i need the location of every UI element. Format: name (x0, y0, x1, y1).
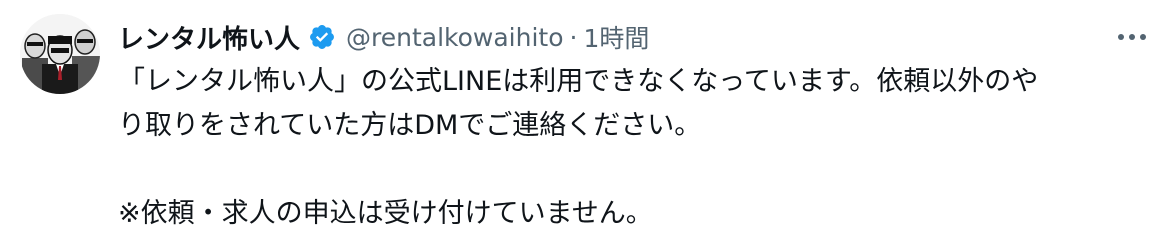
verified-badge-icon (308, 23, 336, 51)
more-horizontal-icon[interactable] (1114, 22, 1150, 52)
tweet-text-line: り取りをされていた方はDMでご連絡ください。 (118, 110, 702, 141)
tweet-text-line: 「レンタル怖い人」の公式LINEは利用できなくなっています。依頼以外のや (118, 66, 1039, 97)
separator-dot: · (569, 22, 578, 52)
avatar-illustration (20, 14, 100, 94)
user-handle[interactable]: @rentalkowaihito (346, 23, 564, 52)
tweet-text: 「レンタル怖い人」の公式LINEは利用できなくなっています。依頼以外のや り取り… (118, 60, 1148, 236)
tweet-header: レンタル怖い人 @rentalkowaihito · 1時間 (118, 16, 649, 58)
tweet-text-line: ※依頼・求人の申込は受け付けていません。 (118, 198, 653, 229)
tweet[interactable]: レンタル怖い人 @rentalkowaihito · 1時間 「レンタル怖い人」… (0, 0, 1174, 250)
timestamp[interactable]: 1時間 (583, 19, 649, 55)
avatar[interactable] (20, 14, 100, 94)
display-name[interactable]: レンタル怖い人 (118, 19, 300, 56)
